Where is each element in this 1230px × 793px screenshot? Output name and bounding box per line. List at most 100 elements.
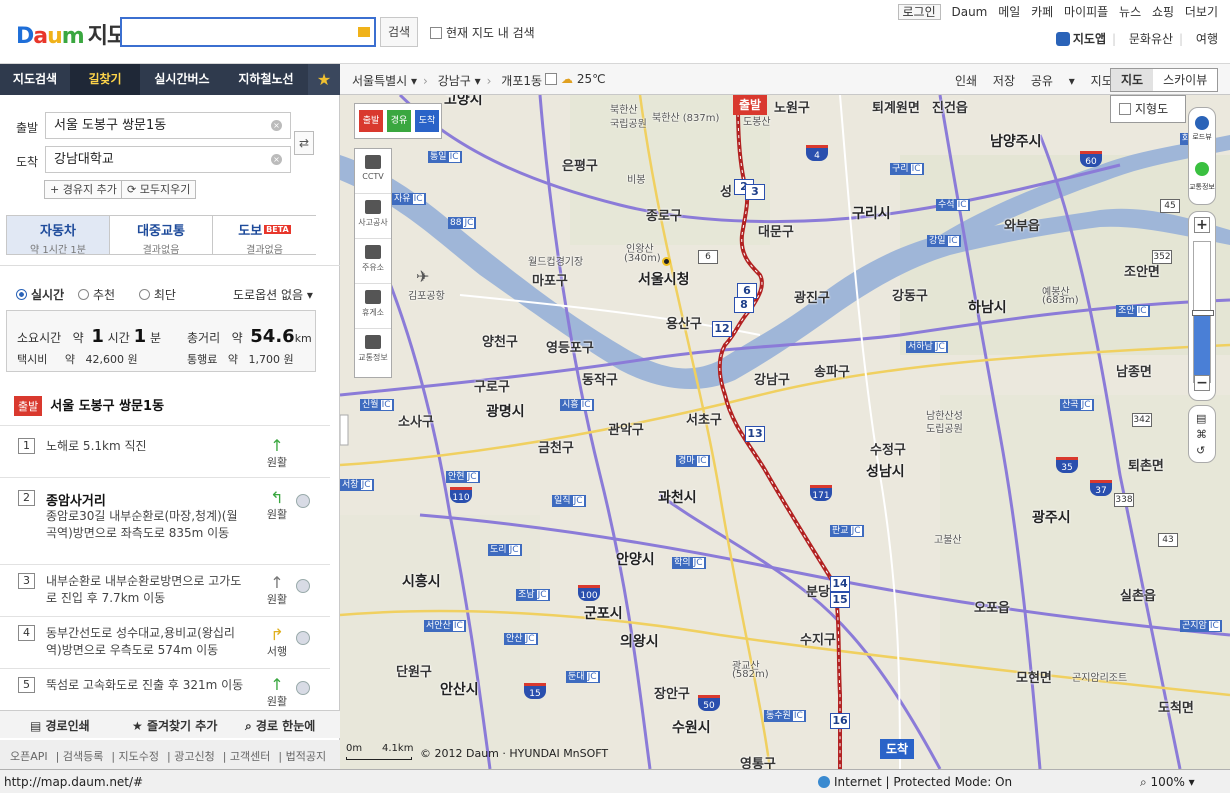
map-place[interactable]: 하남시	[968, 297, 1007, 317]
share-map-button[interactable]: 공유 ▾	[1031, 74, 1075, 88]
map-place[interactable]: 구리시	[852, 203, 891, 223]
end-flag-tool[interactable]: 도착	[415, 110, 439, 132]
map-place[interactable]: 실촌읍	[1120, 585, 1156, 604]
waypoint-flag-tool[interactable]: 경유	[387, 110, 411, 132]
print-map-button[interactable]: 인쇄	[955, 74, 977, 88]
area-icon[interactable]: ⌘	[1196, 428, 1207, 441]
end-field[interactable]: 강남대학교 ×	[45, 146, 291, 173]
map-type-map[interactable]: 지도	[1111, 69, 1154, 91]
map-place[interactable]: 국립공원	[610, 115, 647, 130]
map-place[interactable]: 수지구	[800, 629, 836, 648]
map-place[interactable]: 안산시	[440, 679, 479, 699]
zoom-handle[interactable]	[1192, 310, 1214, 316]
zoom-in-button[interactable]: +	[1194, 217, 1210, 233]
footer-legal[interactable]: 법적공지	[286, 750, 326, 763]
search-button[interactable]: 검색	[380, 17, 418, 47]
route-step[interactable]: 2 종암사거리 종암로30길 내부순환로(마장,청계)(월곡역)방면으로 좌측도…	[0, 477, 330, 564]
map-place[interactable]: (582m)	[732, 669, 769, 680]
mode-walk[interactable]: 도보 BETA 결과없음	[213, 216, 316, 256]
topnav-mail[interactable]: 메일	[998, 5, 1020, 19]
map-place[interactable]: 영등포구	[546, 337, 594, 356]
roadview-icon[interactable]	[1195, 116, 1209, 130]
map-place[interactable]: 영통구	[740, 753, 776, 769]
footer-customer-center[interactable]: 고객센터	[230, 750, 270, 763]
weather-checkbox[interactable]	[545, 73, 557, 85]
topnav-more[interactable]: 더보기	[1185, 5, 1218, 19]
map-place[interactable]: 고양시	[444, 95, 483, 109]
clear-start-icon[interactable]: ×	[271, 120, 282, 131]
map-place[interactable]: 광진구	[794, 287, 830, 306]
add-waypoint-button[interactable]: + 경유지 추가	[44, 180, 123, 199]
map-place[interactable]: 동작구	[582, 369, 618, 388]
search-input[interactable]	[122, 19, 352, 45]
cultural-heritage-link[interactable]: 문화유산	[1129, 32, 1173, 46]
map-place[interactable]: 소사구	[398, 411, 434, 430]
clear-end-icon[interactable]: ×	[271, 154, 282, 165]
radio-icon[interactable]	[77, 289, 89, 300]
mode-car[interactable]: 자동차 약 1시간 1분	[7, 216, 110, 256]
map-place[interactable]: 와부읍	[1004, 215, 1040, 234]
topnav-news[interactable]: 뉴스	[1119, 5, 1141, 19]
map-place[interactable]: 도봉산	[743, 113, 771, 128]
map-place[interactable]: (683m)	[1042, 295, 1079, 306]
map-place[interactable]: 퇴촌면	[1128, 455, 1164, 474]
map-place[interactable]: 퇴계원면	[872, 97, 920, 116]
start-field[interactable]: 서울 도봉구 쌍문1동 ×	[45, 112, 291, 139]
route-step-marker[interactable]: 3	[745, 184, 765, 200]
topnav-cafe[interactable]: 카페	[1031, 5, 1053, 19]
map-place[interactable]: 대문구	[758, 221, 794, 240]
map-place[interactable]: 군포시	[584, 603, 623, 623]
topnav-daum[interactable]: Daum	[951, 5, 987, 19]
route-overview-button[interactable]: ⌕ 경로 한눈에	[245, 717, 315, 734]
map-place[interactable]: 단원구	[396, 661, 432, 680]
map-place[interactable]: 종로구	[646, 205, 682, 224]
map-start-flag[interactable]: 출발	[733, 95, 768, 115]
radio-icon[interactable]	[16, 289, 27, 300]
map-place[interactable]: 비봉	[627, 171, 645, 186]
map-place[interactable]: 강동구	[892, 285, 928, 304]
map-place[interactable]: 수원시	[672, 717, 711, 737]
map-place[interactable]: 구로구	[474, 376, 510, 395]
map-canvas[interactable]: 출발 도착 2 3 6 8 12 13 14 15 16 60 110 171 …	[340, 95, 1230, 769]
terrain-checkbox[interactable]	[1119, 103, 1131, 115]
map-place[interactable]: 오포읍	[974, 597, 1010, 616]
road-option-dropdown[interactable]: 도로옵션 없음 ▾	[233, 286, 313, 303]
zoom-slider[interactable]	[1192, 241, 1214, 383]
map-place[interactable]: 서울시청	[638, 269, 690, 289]
footer-map-edit[interactable]: 지도수정	[119, 750, 159, 763]
map-place[interactable]: 성남시	[866, 461, 905, 481]
map-place[interactable]: 용산구	[666, 313, 702, 332]
map-place[interactable]: 의왕시	[620, 631, 659, 651]
zoom-out-button[interactable]: −	[1194, 375, 1210, 391]
route-step[interactable]: 4 동부간선도로 성수대교,용비교(왕십리역)방면으로 우측도로 574m 이동…	[0, 616, 330, 668]
rest-area-layer-button[interactable]: 휴게소	[355, 284, 391, 329]
map-place[interactable]: 시흥시	[402, 571, 441, 591]
breadcrumb-city[interactable]: 서울특별시	[352, 74, 407, 88]
route-step-marker[interactable]: 14	[830, 576, 850, 592]
map-place[interactable]: 양천구	[482, 331, 518, 350]
map-place[interactable]: 성	[720, 181, 732, 200]
option-recommended[interactable]: 추천	[77, 288, 125, 302]
roadview-icon[interactable]	[296, 681, 310, 695]
map-place[interactable]: 금천구	[538, 437, 574, 456]
topnav-shopping[interactable]: 쇼핑	[1152, 5, 1174, 19]
map-place[interactable]: 과천시	[658, 487, 697, 507]
footer-open-api[interactable]: 오픈API	[10, 750, 48, 763]
map-place[interactable]: 광주시	[1032, 507, 1071, 527]
gas-station-layer-button[interactable]: 주유소	[355, 239, 391, 284]
traffic-info-layer-button[interactable]: 교통정보	[355, 329, 391, 374]
map-place[interactable]: 북한산	[610, 101, 638, 116]
accident-layer-button[interactable]: 사고공사	[355, 194, 391, 239]
map-place[interactable]: 도척면	[1158, 697, 1194, 716]
map-place[interactable]: 남종면	[1116, 361, 1152, 380]
roadview-icon[interactable]	[296, 494, 310, 508]
route-step[interactable]: 3 내부순환로 내부순환로방면으로 고가도로 진입 후 7.7km 이동 ↑ 원활	[0, 564, 330, 616]
start-flag-tool[interactable]: 출발	[359, 110, 383, 132]
roadview-icon[interactable]	[296, 579, 310, 593]
map-place[interactable]: 진건읍	[932, 97, 968, 116]
map-place[interactable]: 강남구	[754, 369, 790, 388]
map-place[interactable]: 마포구	[532, 270, 568, 289]
undo-icon[interactable]: ↺	[1196, 444, 1205, 457]
map-place[interactable]: (340m)	[624, 253, 661, 264]
route-step[interactable]: 1 노해로 5.1km 직진 ↑ 원활	[0, 425, 330, 477]
